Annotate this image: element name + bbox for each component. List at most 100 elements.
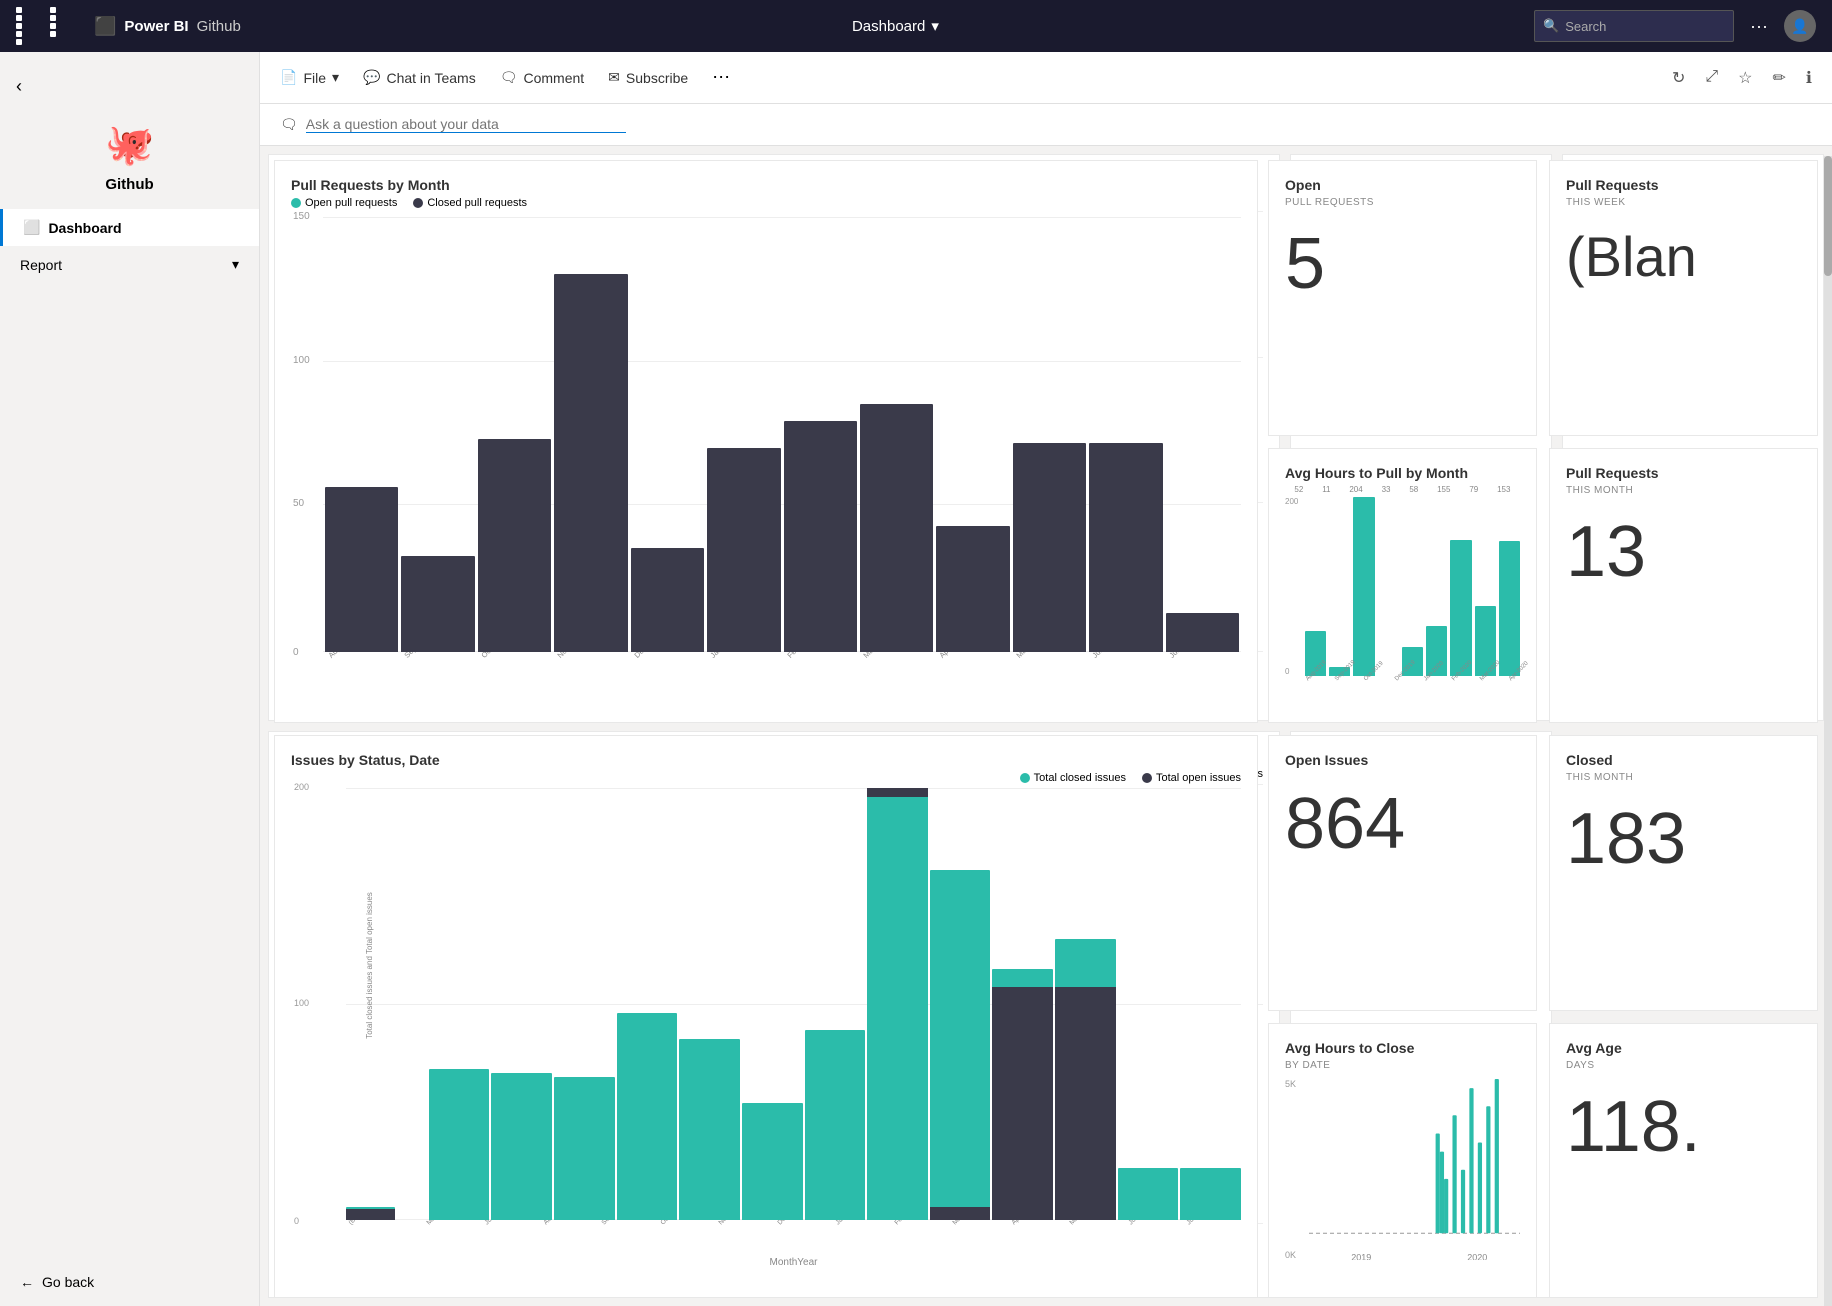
pr-week-card-r: Pull Requests THIS WEEK (Blan [1549, 160, 1818, 436]
app-grid-icon[interactable] [16, 7, 82, 45]
sidebar: ‹ 🐙 Github ⬜ Dashboard Report ▾ ← Go bac… [0, 52, 260, 1306]
open-issues-r-card: Open Issues 864 [1268, 735, 1537, 1011]
avatar-icon: 👤 [1791, 18, 1808, 35]
file-chevron-icon: ▾ [332, 69, 339, 86]
issues-lxl-jul19: Jul-2019 [1184, 1220, 1241, 1243]
avg-bar-feb-fill [1450, 540, 1471, 676]
github-logo-icon: 🐙 [0, 121, 259, 168]
issues-lb-aug18 [491, 1073, 552, 1220]
search-placeholder: Search [1565, 19, 1606, 34]
app-brand: ⬛ Power BI Github [94, 16, 241, 37]
pr-month-chart-card: Pull Requests by Month Open pull request… [274, 160, 1258, 723]
legend-closed-pr: Closed pull requests [413, 197, 527, 209]
pr-xl-may: May-2020 [1013, 652, 1090, 677]
v-204: 204 [1349, 485, 1362, 494]
pr-bar-oct [478, 439, 551, 652]
issues-lb-jun19 [1118, 1168, 1179, 1220]
sidebar-report-label: Report [20, 257, 62, 273]
avg-close-subtitle: BY DATE [1285, 1060, 1520, 1071]
edit-icon[interactable]: ✏ [1773, 68, 1786, 88]
v-52: 52 [1294, 485, 1303, 494]
issues-l-yl-100: 100 [294, 998, 309, 1008]
expand-icon[interactable]: ⤢ [1705, 68, 1718, 88]
avg-ylabel-200: 200 [1285, 497, 1298, 506]
open-pr-r-value: 5 [1285, 228, 1520, 300]
svg-text:2019: 2019 [1351, 1252, 1371, 1260]
pr-xl-nov: Nov-2019 [554, 652, 631, 677]
open-pr-r-subtitle: PULL REQUESTS [1285, 197, 1520, 208]
issues-l-bars [346, 788, 1241, 1220]
avg-bar-jan [1426, 497, 1447, 677]
issues-lb-blank [346, 788, 395, 1220]
issues-lb-apr19 [992, 788, 1053, 1220]
avg-hours-ylabels: 200 0 [1285, 497, 1298, 677]
sidebar-collapse-btn[interactable]: ‹ [0, 68, 259, 105]
avg-age-card: Avg Age DAYS 118. [1549, 1023, 1818, 1299]
user-avatar[interactable]: 👤 [1784, 10, 1816, 42]
issues-lb-feb19 [867, 788, 928, 1220]
file-label: File [303, 70, 326, 86]
issues-lb-jul19 [1180, 1168, 1241, 1220]
chat-button[interactable]: 💬 Chat in Teams [363, 69, 476, 86]
closed-month-subtitle: THIS MONTH [1566, 772, 1801, 783]
scrollbar-thumb[interactable] [1824, 156, 1832, 276]
sidebar-item-report[interactable]: Report ▾ [0, 246, 259, 283]
open-issues-r-value: 864 [1285, 788, 1520, 860]
file-button[interactable]: 📄 File ▾ [280, 69, 339, 86]
issues-lb-mar19-c [930, 870, 991, 1220]
pr-xl-jan: Jan-2020 [707, 652, 784, 677]
avg-age-value: 118. [1566, 1091, 1801, 1163]
v-33: 33 [1382, 485, 1391, 494]
qa-bar: 🗨 [260, 104, 1832, 146]
pr-chart-inner: 150 100 50 0 [323, 217, 1241, 652]
toolbar-more-icon[interactable]: ⋯ [712, 67, 730, 88]
v-11: 11 [1322, 485, 1330, 494]
bookmark-icon[interactable]: ☆ [1738, 68, 1752, 88]
issues-lb-jul18 [429, 1069, 490, 1220]
issues-lxl-feb19: Feb-2019 [892, 1220, 955, 1243]
pr-bar-mar [860, 404, 933, 652]
sidebar-item-dashboard[interactable]: ⬜ Dashboard [0, 209, 259, 246]
search-box[interactable]: 🔍 Search [1534, 10, 1734, 42]
info-icon[interactable]: ℹ [1806, 68, 1812, 88]
chevron-left-icon: ‹ [16, 76, 22, 97]
chat-icon: 💬 [363, 69, 380, 86]
avg-bar-sep [1329, 497, 1350, 677]
pr-xl-feb: Feb-2020 [784, 652, 861, 677]
chevron-down-icon: ▾ [232, 256, 239, 273]
sidebar-dashboard-label: Dashboard [48, 220, 121, 236]
pr-xl-aug: Aug-2019 [325, 652, 402, 677]
top-nav: ⬛ Power BI Github Dashboard ▾ 🔍 Search ·… [0, 0, 1832, 52]
more-options-button[interactable]: ··· [1750, 16, 1768, 37]
pr-chart-legend: Open pull requests Closed pull requests [291, 197, 1241, 209]
avg-bar-mar [1475, 497, 1496, 677]
comment-label: Comment [523, 70, 584, 86]
refresh-icon[interactable]: ↻ [1672, 68, 1685, 88]
file-icon: 📄 [280, 69, 297, 86]
avg-close-title: Avg Hours to Close [1285, 1040, 1520, 1056]
issues-lb-feb19-o [867, 788, 928, 797]
sidebar-back-btn[interactable]: ← Go back [0, 1258, 259, 1306]
subscribe-button[interactable]: ✉ Subscribe [608, 69, 688, 86]
closed-pr-legend-label: Closed pull requests [427, 197, 527, 209]
nav-center: Dashboard ▾ [269, 17, 1522, 35]
dashboard-dropdown[interactable]: Dashboard ▾ [852, 17, 939, 35]
v-153: 153 [1497, 485, 1510, 494]
avg-age-subtitle: DAYS [1566, 1060, 1801, 1071]
vertical-scrollbar[interactable] [1824, 156, 1832, 1306]
issues-lxl-jul18: Jul-2018 [482, 1220, 545, 1243]
issues-lb-mar19 [930, 788, 991, 1220]
issues-lb-dec18 [742, 1103, 803, 1220]
pr-xl-jul: Jul-2020 [1166, 652, 1241, 677]
svg-text:2020: 2020 [1467, 1252, 1487, 1260]
issues-l-xlabels: (Blank) May-2018 Jul-2018 Aug-2018 Sep-2… [346, 1220, 1241, 1252]
qa-input[interactable] [306, 116, 626, 133]
pr-x-labels-row: Aug-2019 Sep-2019 Oct-2019 Nov-2019 Dec-… [323, 652, 1241, 688]
issues-lxl-sp [393, 1220, 421, 1252]
comment-button[interactable]: 🗨 Comment [500, 69, 584, 86]
pr-bar-nov [554, 274, 627, 652]
pr-xl-apr: Apr-2020 [936, 652, 1013, 677]
pr-bar-may [1013, 443, 1086, 652]
avg-close-ylabels: 5K 0K [1285, 1079, 1296, 1261]
pr-bar-jul [1166, 613, 1239, 652]
